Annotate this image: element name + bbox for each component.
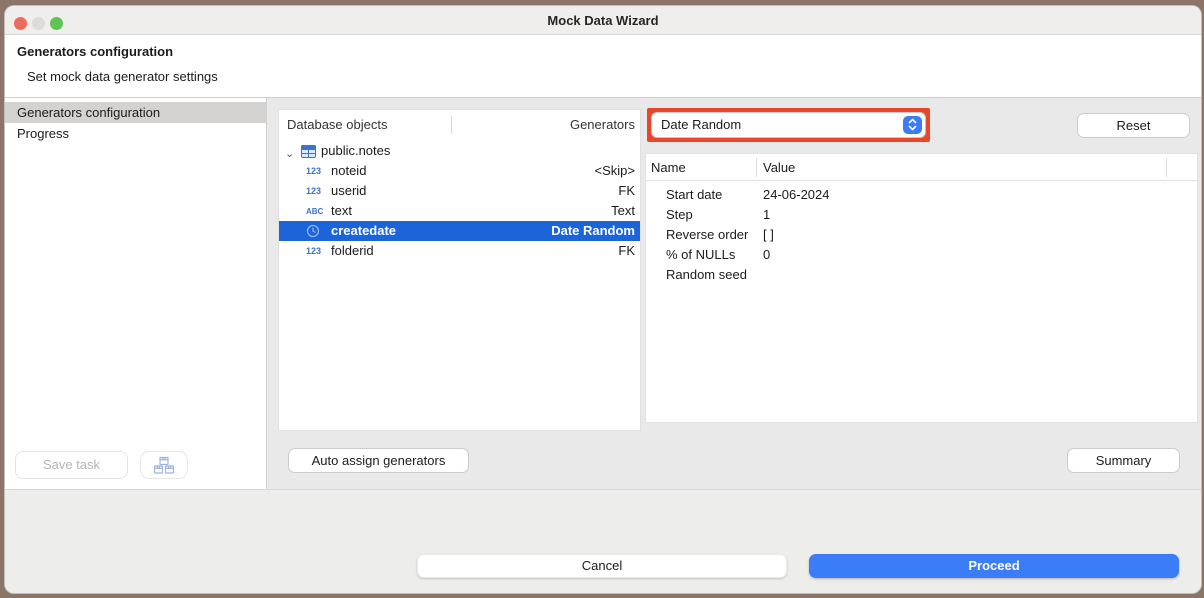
wizard-steps-sidebar: Generators configuration Progress Save t… [5, 98, 266, 489]
column-generator-value[interactable]: <Skip> [595, 161, 635, 181]
generator-select-value: Date Random [661, 113, 741, 137]
string-type-icon: ABC [306, 206, 328, 218]
property-row[interactable]: % of NULLs 0 [646, 245, 1197, 265]
column-header-value[interactable]: Value [763, 154, 795, 181]
property-row[interactable]: Reverse order [ ] [646, 225, 1197, 245]
column-divider[interactable] [1166, 158, 1167, 177]
desktop-background: { "window": { "title": "Mock Data Wizard… [0, 0, 1204, 598]
properties-column-headers[interactable]: Name Value [646, 154, 1197, 181]
property-value[interactable]: 0 [763, 245, 770, 265]
column-header-database-objects[interactable]: Database objects [287, 110, 387, 140]
column-generator-value[interactable]: FK [618, 241, 635, 261]
column-header-generators[interactable]: Generators [570, 110, 635, 140]
property-name: % of NULLs [666, 245, 735, 265]
property-name: Start date [666, 185, 722, 205]
column-name[interactable]: folderid [331, 241, 374, 261]
task-variables-button[interactable] [140, 451, 188, 479]
property-name: Reverse order [666, 225, 748, 245]
tree-column-headers[interactable]: Database objects Generators [279, 110, 640, 140]
database-objects-panel: Database objects Generators ⌄ pu [278, 109, 641, 431]
property-value[interactable]: 24-06-2024 [763, 185, 830, 205]
summary-button[interactable]: Summary [1067, 448, 1180, 473]
tree-row-column[interactable]: 123 userid FK [279, 181, 640, 201]
wizard-body: Generators configuration Progress Save t… [5, 98, 1201, 489]
tree-row-column[interactable]: ABC text Text [279, 201, 640, 221]
tree-row-table[interactable]: ⌄ public.notes [279, 141, 640, 161]
tree-row-column-selected[interactable]: createdate Date Random [279, 221, 640, 241]
property-value[interactable]: 1 [763, 205, 770, 225]
property-name: Random seed [666, 265, 747, 285]
page-title: Generators configuration [17, 44, 173, 59]
column-generator-value[interactable]: Text [611, 201, 635, 221]
column-name[interactable]: createdate [331, 221, 396, 241]
property-row[interactable]: Start date 24-06-2024 [646, 185, 1197, 205]
proceed-button[interactable]: Proceed [809, 554, 1179, 578]
property-name: Step [666, 205, 693, 225]
title-bar[interactable]: Mock Data Wizard [5, 6, 1201, 35]
column-generator-value[interactable]: Date Random [551, 221, 635, 241]
dialog-footer: Cancel Proceed [5, 489, 1201, 593]
property-value[interactable]: [ ] [763, 225, 774, 245]
reset-button[interactable]: Reset [1077, 113, 1190, 138]
window-title: Mock Data Wizard [5, 6, 1201, 35]
column-generator-value[interactable]: FK [618, 181, 635, 201]
column-name[interactable]: noteid [331, 161, 366, 181]
auto-assign-generators-button[interactable]: Auto assign generators [288, 448, 469, 473]
generator-properties-panel: Name Value Start date 24-06-2024 Step 1 … [645, 153, 1198, 423]
dropdown-stepper-icon[interactable] [903, 116, 922, 134]
annotation-highlight-box: Date Random [647, 108, 930, 142]
column-name[interactable]: text [331, 201, 352, 221]
task-variables-icon [153, 463, 175, 478]
cancel-button[interactable]: Cancel [417, 554, 787, 578]
column-divider[interactable] [451, 116, 452, 134]
column-header-name[interactable]: Name [651, 154, 686, 181]
column-name[interactable]: userid [331, 181, 366, 201]
sidebar-item-progress[interactable]: Progress [5, 123, 266, 144]
main-content: Database objects Generators ⌄ pu [267, 98, 1201, 489]
mock-data-wizard-window: Mock Data Wizard Generators configuratio… [4, 5, 1202, 594]
tree-table-label[interactable]: public.notes [321, 141, 390, 161]
property-row[interactable]: Step 1 [646, 205, 1197, 225]
page-subtitle: Set mock data generator settings [27, 69, 218, 84]
tree-row-column[interactable]: 123 folderid FK [279, 241, 640, 261]
wizard-header: Generators configuration Set mock data g… [5, 36, 1201, 97]
column-divider[interactable] [756, 158, 757, 177]
generator-select[interactable]: Date Random [651, 112, 926, 138]
numeric-type-icon: 123 [306, 245, 328, 257]
save-task-button[interactable]: Save task [15, 451, 128, 479]
numeric-type-icon: 123 [306, 165, 328, 177]
sidebar-item-generators-configuration[interactable]: Generators configuration [5, 102, 266, 123]
numeric-type-icon: 123 [306, 185, 328, 197]
tree-row-column[interactable]: 123 noteid <Skip> [279, 161, 640, 181]
property-row[interactable]: Random seed [646, 265, 1197, 285]
